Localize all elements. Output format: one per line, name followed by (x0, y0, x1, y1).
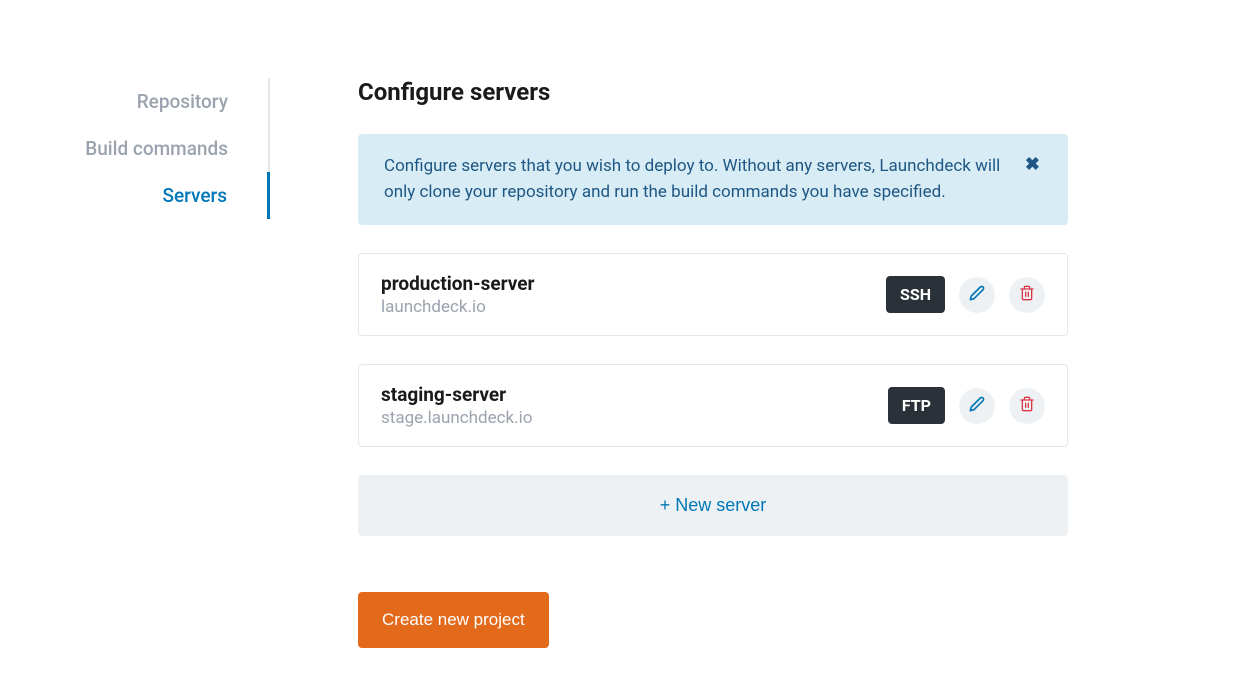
sidebar: Repository Build commands Servers (0, 78, 270, 648)
server-actions: FTP (888, 387, 1045, 424)
edit-button[interactable] (959, 277, 995, 313)
edit-button[interactable] (959, 388, 995, 424)
server-name: production-server (381, 272, 535, 295)
trash-icon (1019, 285, 1035, 304)
create-project-button[interactable]: Create new project (358, 592, 549, 648)
server-card: staging-server stage.launchdeck.io FTP (358, 364, 1068, 447)
close-icon[interactable]: ✖ (1023, 154, 1042, 176)
server-info: production-server launchdeck.io (381, 272, 535, 317)
info-banner: Configure servers that you wish to deplo… (358, 134, 1068, 225)
pencil-icon (969, 396, 985, 415)
info-banner-text: Configure servers that you wish to deplo… (384, 154, 1023, 205)
sidebar-item-servers[interactable]: Servers (0, 172, 270, 219)
server-name: staging-server (381, 383, 532, 406)
server-card: production-server launchdeck.io SSH (358, 253, 1068, 336)
sidebar-item-build-commands[interactable]: Build commands (0, 125, 270, 172)
main-content: Configure servers Configure servers that… (270, 78, 1170, 648)
sidebar-item-repository[interactable]: Repository (0, 78, 270, 125)
delete-button[interactable] (1009, 388, 1045, 424)
protocol-badge: FTP (888, 387, 945, 424)
server-info: staging-server stage.launchdeck.io (381, 383, 532, 428)
protocol-badge: SSH (886, 276, 945, 313)
server-host: stage.launchdeck.io (381, 408, 532, 428)
server-host: launchdeck.io (381, 297, 535, 317)
server-actions: SSH (886, 276, 1045, 313)
page-title: Configure servers (358, 78, 1068, 106)
delete-button[interactable] (1009, 277, 1045, 313)
pencil-icon (969, 285, 985, 304)
trash-icon (1019, 396, 1035, 415)
new-server-button[interactable]: + New server (358, 475, 1068, 536)
